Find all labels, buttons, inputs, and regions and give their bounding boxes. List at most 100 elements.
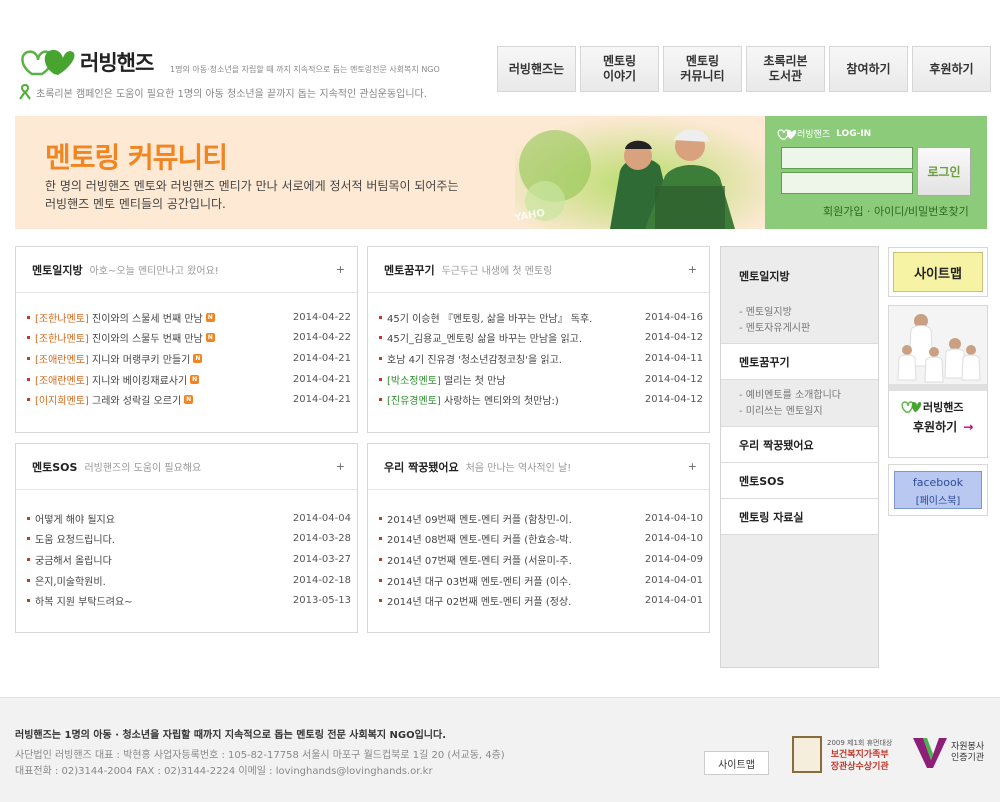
mentors-hugging-photo: YAHO [515,116,765,229]
bullet-icon [379,336,382,340]
author-tag: [박소정멘토] [387,375,441,387]
bullet-icon [27,537,30,541]
family-photo [889,306,987,391]
post-title[interactable]: 45기 이승현 『멘토링, 삶을 바꾸는 만남』 독후. [387,310,592,325]
list-item[interactable]: 2014년 07번째 멘토-멘티 커플 (서윤미-주. 2014-04-09 [377,549,703,570]
list-item[interactable]: 2014년 대구 02번째 멘토-멘티 커플 (정상. 2014-04-01 [377,590,703,611]
board-title[interactable]: 멘토일지방 [32,262,83,278]
list-item[interactable]: [이지희멘토] 그레와 성락길 오르기 N 2014-04-21 [25,389,351,410]
list-item[interactable]: 45기_김용교_멘토링 삶을 바꾸는 만남을 읽고. 2014-04-12 [377,328,703,349]
nav-participate[interactable]: 참여하기 [829,46,908,92]
bullet-icon [379,356,382,360]
board-title[interactable]: 우리 짝꿍됐어요 [384,459,459,475]
post-title[interactable]: 그레와 성락길 오르기 [92,392,181,407]
board-header: 우리 짝꿍됐어요 처음 만나는 역사적인 날! [368,444,709,490]
facebook-banner[interactable]: facebook [페이스북] [888,464,988,516]
new-badge-icon: N [184,395,194,405]
post-title[interactable]: 2014년 07번째 멘토-멘티 커플 (서윤미-주. [387,552,572,567]
side-submenu-item[interactable]: - 멘토자유게시판 [739,321,878,337]
list-item[interactable]: 은지,미술학원비. 2014-02-18 [25,570,351,591]
list-item[interactable]: [조애란멘토] 지니와 베이킹재료사기 N 2014-04-21 [25,369,351,390]
side-submenu-item[interactable]: - 예비멘토를 소개합니다 [739,388,878,404]
board-title[interactable]: 멘토꿈꾸기 [384,262,435,278]
footer-sitemap-button[interactable]: 사이트맵 [704,751,769,775]
more-plus-icon[interactable]: + [336,460,345,473]
nav-about[interactable]: 러빙핸즈는 [497,46,576,92]
post-title[interactable]: 은지,미술학원비. [35,573,106,588]
volunteer-v-logo-icon [913,738,947,768]
list-item[interactable]: [진유경멘토] 사랑하는 멘티와의 첫만남:) 2014-04-12 [377,389,703,410]
post-title[interactable]: 궁금해서 올립니다 [35,552,112,567]
post-title[interactable]: 45기_김용교_멘토링 삶을 바꾸는 만남을 읽고. [387,330,582,345]
post-title[interactable]: 진이와의 스물두 번째 만남 [92,330,203,345]
author-tag: [조한나멘토] [35,334,89,346]
side-menu-mentor-dream[interactable]: 멘토꿈꾸기 [721,344,878,380]
bullet-icon [379,578,382,582]
list-item[interactable]: [조한나멘토] 진이와의 스물세 번째 만남 N 2014-04-22 [25,307,351,328]
side-menu: 멘토일지방 - 멘토일지방 - 멘토자유게시판 멘토꿈꾸기 - 예비멘토를 소개… [720,246,879,668]
donate-cta-label: 후원하기 [913,420,958,434]
post-title[interactable]: 호남 4기 진유경 '청소년감정코칭'을 읽고. [387,351,562,366]
sitemap-button[interactable]: 사이트맵 [889,248,987,296]
login-password-field[interactable] [781,172,913,194]
post-title[interactable]: 2014년 09번째 멘토-멘티 커플 (함창민-이. [387,511,572,526]
side-menu-sos[interactable]: 멘토SOS [721,463,878,499]
list-item[interactable]: [박소정멘토] 떨리는 첫 만남 2014-04-12 [377,369,703,390]
logo[interactable]: 러빙핸즈 [18,44,154,80]
post-title[interactable]: 지니와 머랭쿠키 만들기 [92,351,190,366]
post-title[interactable]: 지니와 베이킹재료사기 [92,372,187,387]
login-header: 러빙핸즈 LOG-IN [777,127,871,140]
hands-heart-logo-icon [21,49,75,76]
bullet-icon [27,315,30,319]
post-date: 2014-04-01 [644,595,703,607]
login-id-field[interactable] [781,147,913,169]
side-submenu-item[interactable]: - 멘토일지방 [739,305,878,321]
logo-text: 러빙핸즈 [80,51,154,75]
login-links[interactable]: 회원가입 · 아이디/비밀번호찾기 [823,203,969,219]
post-date: 2014-03-28 [292,533,351,545]
bullet-icon [379,315,382,319]
side-menu-match[interactable]: 우리 짝꿍됐어요 [721,427,878,463]
list-item[interactable]: 2014년 09번째 멘토-멘티 커플 (함창민-이. 2014-04-10 [377,508,703,529]
post-title[interactable]: 도움 요청드립니다. [35,531,115,546]
board-title[interactable]: 멘토SOS [32,459,77,475]
banner-desc-line2: 러빙핸즈 멘토 멘티들의 공간입니다. [45,197,226,211]
list-item[interactable]: 어떻게 해야 될지요 2014-04-04 [25,508,351,529]
list-item[interactable]: 2014년 08번째 멘토-멘티 커플 (한효승-박. 2014-04-10 [377,529,703,550]
post-title[interactable]: 2014년 08번째 멘토-멘티 커플 (한효승-박. [387,531,572,546]
list-item[interactable]: 2014년 대구 03번째 멘토-멘티 커플 (이수. 2014-04-01 [377,570,703,591]
nav-donate[interactable]: 후원하기 [912,46,991,92]
post-title[interactable]: 진이와의 스물세 번째 만남 [92,310,203,325]
post-title[interactable]: 어떻게 해야 될지요 [35,511,115,526]
new-badge-icon: N [193,353,203,363]
more-plus-icon[interactable]: + [688,263,697,276]
list-item[interactable]: [조한나멘토] 진이와의 스물두 번째 만남 N 2014-04-22 [25,328,351,349]
post-title[interactable]: 떨리는 첫 만남 [444,372,506,387]
list-item[interactable]: 하복 지원 부탁드려요~ 2013-05-13 [25,590,351,611]
list-item[interactable]: [조애란멘토] 지니와 머랭쿠키 만들기 N 2014-04-21 [25,348,351,369]
more-plus-icon[interactable]: + [688,460,697,473]
hands-heart-small-icon [901,401,922,413]
login-button[interactable]: 로그인 [917,147,971,196]
post-title[interactable]: 2014년 대구 03번째 멘토-멘티 커플 (이수. [387,573,571,588]
nav-green-ribbon-library[interactable]: 초록리본 도서관 [746,46,825,92]
donate-banner[interactable]: 러빙핸즈 후원하기 → [888,305,988,458]
more-plus-icon[interactable]: + [336,263,345,276]
list-item[interactable]: 궁금해서 올립니다 2014-03-27 [25,549,351,570]
nav-mentoring-community[interactable]: 멘토링 커뮤니티 [663,46,742,92]
award-line2: 보건복지가족부 [830,749,889,760]
list-item[interactable]: 45기 이승현 『멘토링, 삶을 바꾸는 만남』 독후. 2014-04-16 [377,307,703,328]
side-menu-mentor-diary[interactable]: 멘토일지방 [721,247,878,305]
post-title[interactable]: 2014년 대구 02번째 멘토-멘티 커플 (정상. [387,593,571,608]
side-menu-resources[interactable]: 멘토링 자료실 [721,499,878,535]
post-title[interactable]: 하복 지원 부탁드려요~ [35,593,133,608]
author-tag: [조애란멘토] [35,375,89,387]
nav-mentoring-story[interactable]: 멘토링 이야기 [580,46,659,92]
list-item[interactable]: 호남 4기 진유경 '청소년감정코칭'을 읽고. 2014-04-11 [377,348,703,369]
facebook-title: facebook [912,476,964,489]
post-date: 2014-03-27 [292,553,351,565]
side-submenu-item[interactable]: - 미리쓰는 멘토일지 [739,404,878,420]
post-title[interactable]: 사랑하는 멘티와의 첫만남:) [444,392,559,407]
bullet-icon [379,377,382,381]
list-item[interactable]: 도움 요청드립니다. 2014-03-28 [25,529,351,550]
